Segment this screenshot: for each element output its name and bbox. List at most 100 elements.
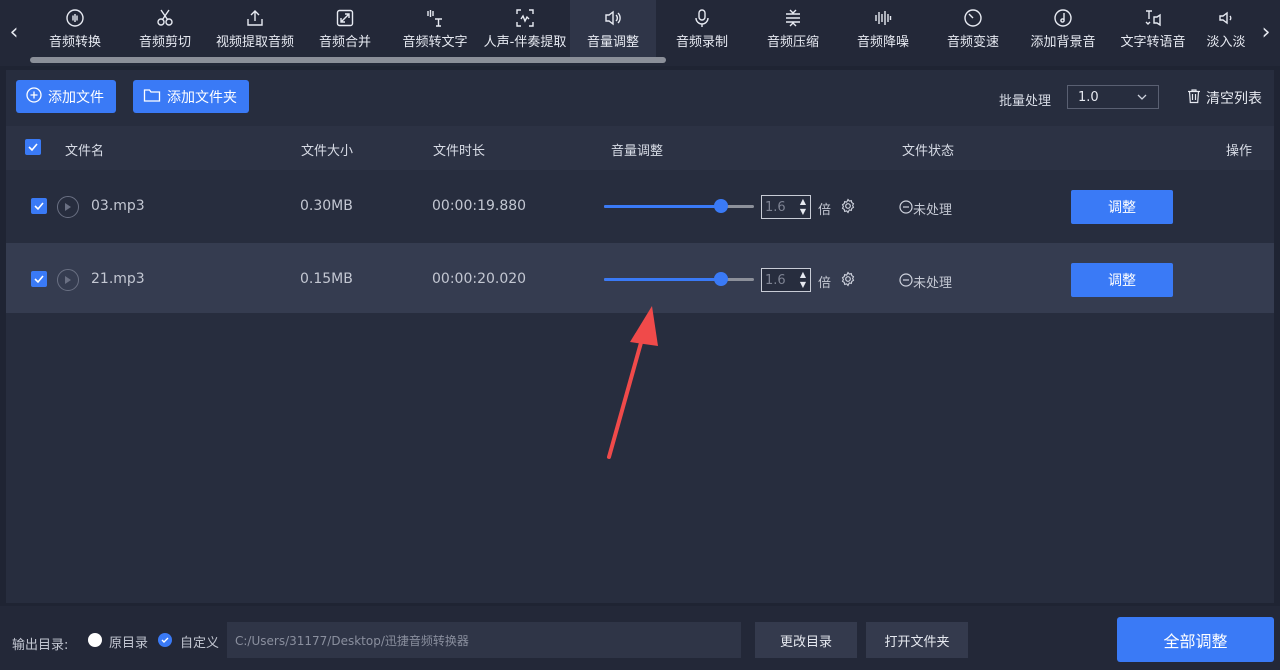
play-icon[interactable] [57, 196, 79, 218]
tool-fade[interactable]: 淡入淡 [1198, 0, 1254, 58]
clear-list-label: 清空列表 [1206, 91, 1262, 107]
tool-volume[interactable]: 音量调整 [570, 0, 656, 58]
audio-convert-icon [65, 8, 85, 28]
tool-label: 音频合并 [318, 35, 371, 50]
status-text: 未处理 [913, 203, 953, 218]
status-text: 未处理 [913, 276, 953, 291]
table-row: 03.mp3 0.30MB 00:00:19.880 1.6 ▲ ▼ 倍 未处理 … [6, 170, 1274, 240]
clear-list-button[interactable]: 清空列表 [1186, 88, 1262, 108]
open-folder-button[interactable]: 打开文件夹 [866, 622, 968, 658]
tool-scissors[interactable]: 音频剪切 [120, 0, 210, 58]
plus-circle-icon [26, 86, 42, 107]
add-folder-label: 添加文件夹 [167, 89, 237, 106]
tool-bar: ‹ 音频转换 音频剪切 视频提取音频 音频合并 音频转文字 人声-伴奏提取 音量调整 音频录制… [0, 0, 1280, 66]
minus-circle-icon [899, 199, 913, 218]
file-name: 03.mp3 [91, 198, 145, 214]
header-duration: 文件时长 [433, 144, 486, 159]
row-checkbox[interactable] [31, 271, 47, 287]
tool-label: 人声-伴奏提取 [483, 35, 567, 50]
volume-unit: 倍 [818, 276, 832, 291]
tool-audio-convert[interactable]: 音频转换 [30, 0, 120, 58]
add-file-button[interactable]: 添加文件 [16, 80, 116, 113]
tool-music-note[interactable]: 添加背景音 [1018, 0, 1108, 58]
change-directory-button[interactable]: 更改目录 [755, 622, 857, 658]
output-path: C:/Users/31177/Desktop/迅捷音频转换器 [235, 633, 469, 648]
table-header: 文件名 文件大小 文件时长 音量调整 文件状态 操作 [6, 126, 1274, 170]
folder-icon [143, 87, 161, 107]
speed-icon [963, 8, 983, 28]
check-icon [161, 637, 169, 643]
option-custom-label: 自定义 [180, 636, 220, 651]
add-file-label: 添加文件 [48, 89, 104, 106]
adjust-button[interactable]: 调整 [1071, 190, 1173, 224]
volume-slider[interactable] [604, 272, 754, 286]
trash-icon [1186, 88, 1202, 108]
scroll-right-icon[interactable]: › [1252, 18, 1280, 46]
adjust-button-label: 调整 [1108, 200, 1136, 216]
chevron-down-icon [1136, 91, 1148, 107]
tool-upload[interactable]: 视频提取音频 [210, 0, 300, 58]
tool-merge[interactable]: 音频合并 [300, 0, 390, 58]
option-original-label: 原目录 [109, 636, 149, 651]
tool-speech-to-text[interactable]: 音频转文字 [390, 0, 480, 58]
volume-stepper[interactable]: 1.6 ▲ ▼ [761, 195, 811, 219]
adjust-button[interactable]: 调整 [1071, 263, 1173, 297]
volume-icon [603, 8, 623, 28]
volume-slider-knob[interactable] [714, 199, 728, 213]
tool-text-to-speech[interactable]: 文字转语音 [1108, 0, 1198, 58]
select-all-checkbox[interactable] [25, 139, 41, 155]
tool-label: 音频转换 [48, 35, 101, 50]
tool-speed[interactable]: 音频变速 [928, 0, 1018, 58]
open-folder-label: 打开文件夹 [884, 634, 950, 650]
settings-gear-icon[interactable] [840, 198, 856, 218]
file-duration: 00:00:19.880 [432, 198, 527, 214]
scroll-left-icon[interactable]: ‹ [0, 18, 28, 46]
table-row: 21.mp3 0.15MB 00:00:20.020 1.6 ▲ ▼ 倍 未处理 … [6, 243, 1274, 313]
play-icon[interactable] [57, 269, 79, 291]
status-badge: 未处理 [899, 272, 952, 291]
tool-microphone[interactable]: 音频录制 [656, 0, 748, 58]
output-path-field[interactable]: C:/Users/31177/Desktop/迅捷音频转换器 [227, 622, 741, 658]
voice-separate-icon [515, 8, 535, 28]
merge-icon [335, 8, 355, 28]
volume-stepper[interactable]: 1.6 ▲ ▼ [761, 268, 811, 292]
row-checkbox[interactable] [31, 198, 47, 214]
file-panel: 添加文件 添加文件夹 批量处理 1.0 清空列表 文件名 文件大小 文件时长 音… [6, 70, 1274, 603]
minus-circle-icon [899, 272, 913, 291]
batch-select[interactable]: 1.0 [1067, 85, 1159, 109]
tool-label: 视频提取音频 [215, 35, 294, 50]
stepper-arrows-icon[interactable]: ▲ ▼ [800, 197, 806, 217]
tool-label: 音频录制 [675, 35, 728, 50]
tool-noise-reduce[interactable]: 音频降噪 [838, 0, 928, 58]
adjust-all-button[interactable]: 全部调整 [1117, 617, 1274, 662]
header-action: 操作 [1226, 144, 1253, 159]
file-size: 0.30MB [300, 198, 353, 214]
stepper-arrows-icon[interactable]: ▲ ▼ [800, 270, 806, 290]
radio-custom[interactable] [158, 633, 172, 647]
tool-list: 音频转换 音频剪切 视频提取音频 音频合并 音频转文字 人声-伴奏提取 音量调整 音频录制 音频… [30, 0, 1254, 58]
microphone-icon [692, 8, 712, 28]
volume-slider-knob[interactable] [714, 272, 728, 286]
text-to-speech-icon [1143, 8, 1163, 28]
tool-label: 音频变速 [946, 35, 999, 50]
upload-icon [245, 8, 265, 28]
volume-unit: 倍 [818, 203, 832, 218]
tool-voice-separate[interactable]: 人声-伴奏提取 [480, 0, 570, 58]
tool-label: 音量调整 [586, 35, 639, 50]
tool-compress[interactable]: 音频压缩 [748, 0, 838, 58]
toolbar-scrollbar[interactable] [30, 57, 666, 63]
compress-icon [783, 8, 803, 28]
header-filesize: 文件大小 [301, 144, 354, 159]
header-status: 文件状态 [902, 144, 955, 159]
settings-gear-icon[interactable] [840, 271, 856, 291]
music-note-icon [1053, 8, 1073, 28]
fade-icon [1216, 8, 1236, 28]
volume-slider[interactable] [604, 199, 754, 213]
volume-slider-fill [604, 205, 721, 208]
file-duration: 00:00:20.020 [432, 271, 527, 287]
tool-label: 音频降噪 [856, 35, 909, 50]
add-folder-button[interactable]: 添加文件夹 [133, 80, 249, 113]
radio-original[interactable] [88, 633, 102, 647]
tool-label: 音频转文字 [402, 35, 468, 50]
header-filename: 文件名 [65, 144, 105, 159]
